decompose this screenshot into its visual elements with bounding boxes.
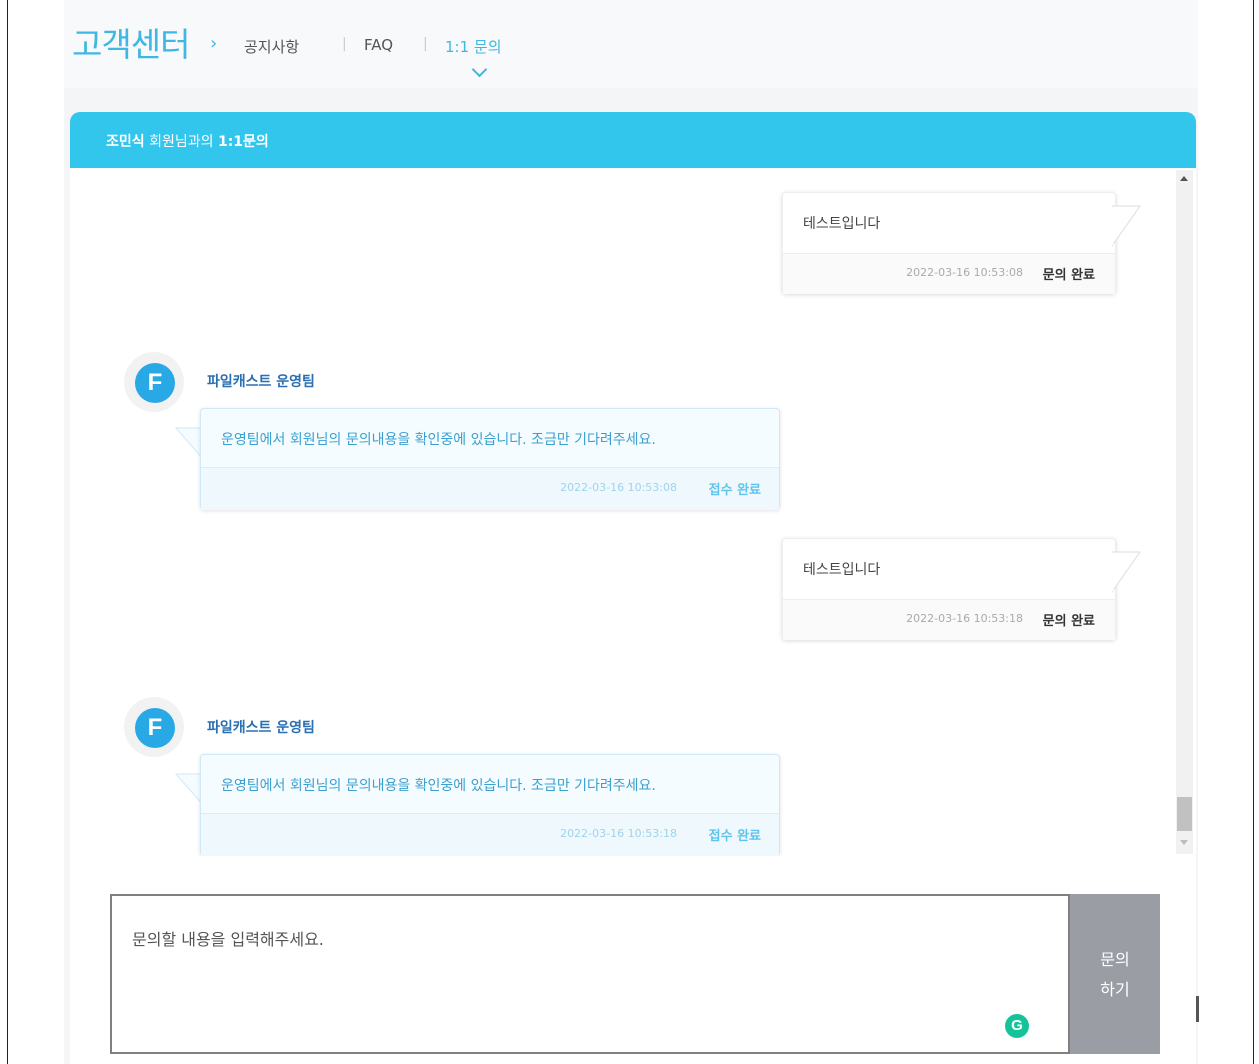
message-text: 운영팀에서 회원님의 문의내용을 확인중에 있습니다. 조금만 기다려주세요. [221,778,656,794]
scroll-up-arrow-icon[interactable] [1180,176,1188,181]
nav-separator: | [342,36,347,52]
nav-separator: | [423,36,428,52]
message-meta: 2022-03-16 10:53:18 문의 완료 [783,599,1115,640]
scrollbar-thumb[interactable] [1177,797,1192,831]
frame-right-border [1253,0,1254,1064]
chat-header-suffix: 1:1문의 [217,134,269,150]
top-navigation [64,0,1198,88]
admin-message-bubble: 운영팀에서 회원님의 문의내용을 확인중에 있습니다. 조금만 기다려주세요. … [200,408,780,510]
filecast-logo-icon: F [124,352,184,412]
user-message-bubble: 테스트입니다 2022-03-16 10:53:18 문의 완료 [782,538,1116,640]
resize-handle [1196,996,1199,1022]
bubble-tail-icon [1112,205,1141,247]
bubble-tail-icon [1112,551,1141,593]
submit-inquiry-button[interactable]: 문의 하기 [1070,894,1160,1054]
nav-faq[interactable]: FAQ [364,36,393,54]
grammarly-icon[interactable]: G [1005,1014,1029,1038]
message-time: 2022-03-16 10:53:08 [560,481,677,494]
message-meta: 2022-03-16 10:53:08 문의 완료 [783,253,1115,294]
filecast-logo-icon: F [124,697,184,757]
message-time: 2022-03-16 10:53:18 [560,827,677,840]
chat-scrollbar[interactable] [1176,170,1193,854]
message-text: 운영팀에서 회원님의 문의내용을 확인중에 있습니다. 조금만 기다려주세요. [221,432,656,448]
submit-label-line1: 문의 [1100,950,1130,969]
admin-message-bubble: 운영팀에서 회원님의 문의내용을 확인중에 있습니다. 조금만 기다려주세요. … [200,754,780,856]
breadcrumb-arrow-icon: › [210,33,218,54]
team-name: 파일캐스트 운영팀 [207,720,315,736]
page-title[interactable]: 고객센터 [72,18,190,66]
user-message-bubble: 테스트입니다 2022-03-16 10:53:08 문의 완료 [782,192,1116,294]
nav-notice[interactable]: 공지사항 [244,36,299,57]
submit-label-line2: 하기 [1100,980,1130,999]
message-status: 접수 완료 [708,829,761,844]
scroll-down-arrow-icon[interactable] [1180,840,1188,845]
message-time: 2022-03-16 10:53:08 [906,266,1023,279]
chat-header-title: 조민식 회원님과의 1:1문의 [106,131,269,151]
member-name: 조민식 [106,134,145,150]
inquiry-placeholder: 문의할 내용을 입력해주세요. [132,930,324,949]
nav-inquiry[interactable]: 1:1 문의 [445,36,502,57]
message-status: 문의 완료 [1042,268,1095,283]
message-meta: 2022-03-16 10:53:18 접수 완료 [201,813,779,856]
message-status: 문의 완료 [1042,614,1095,629]
message-text: 테스트입니다 [803,562,881,578]
message-status: 접수 완료 [708,483,761,498]
message-meta: 2022-03-16 10:53:08 접수 완료 [201,467,779,510]
frame-left-border [7,0,8,1064]
team-name: 파일캐스트 운영팀 [207,374,315,390]
inquiry-textarea[interactable]: 문의할 내용을 입력해주세요. G [110,894,1070,1054]
message-time: 2022-03-16 10:53:18 [906,612,1023,625]
chat-header: 조민식 회원님과의 1:1문의 [70,112,1196,168]
chat-header-middle: 회원님과의 [144,134,218,150]
message-text: 테스트입니다 [803,216,881,232]
